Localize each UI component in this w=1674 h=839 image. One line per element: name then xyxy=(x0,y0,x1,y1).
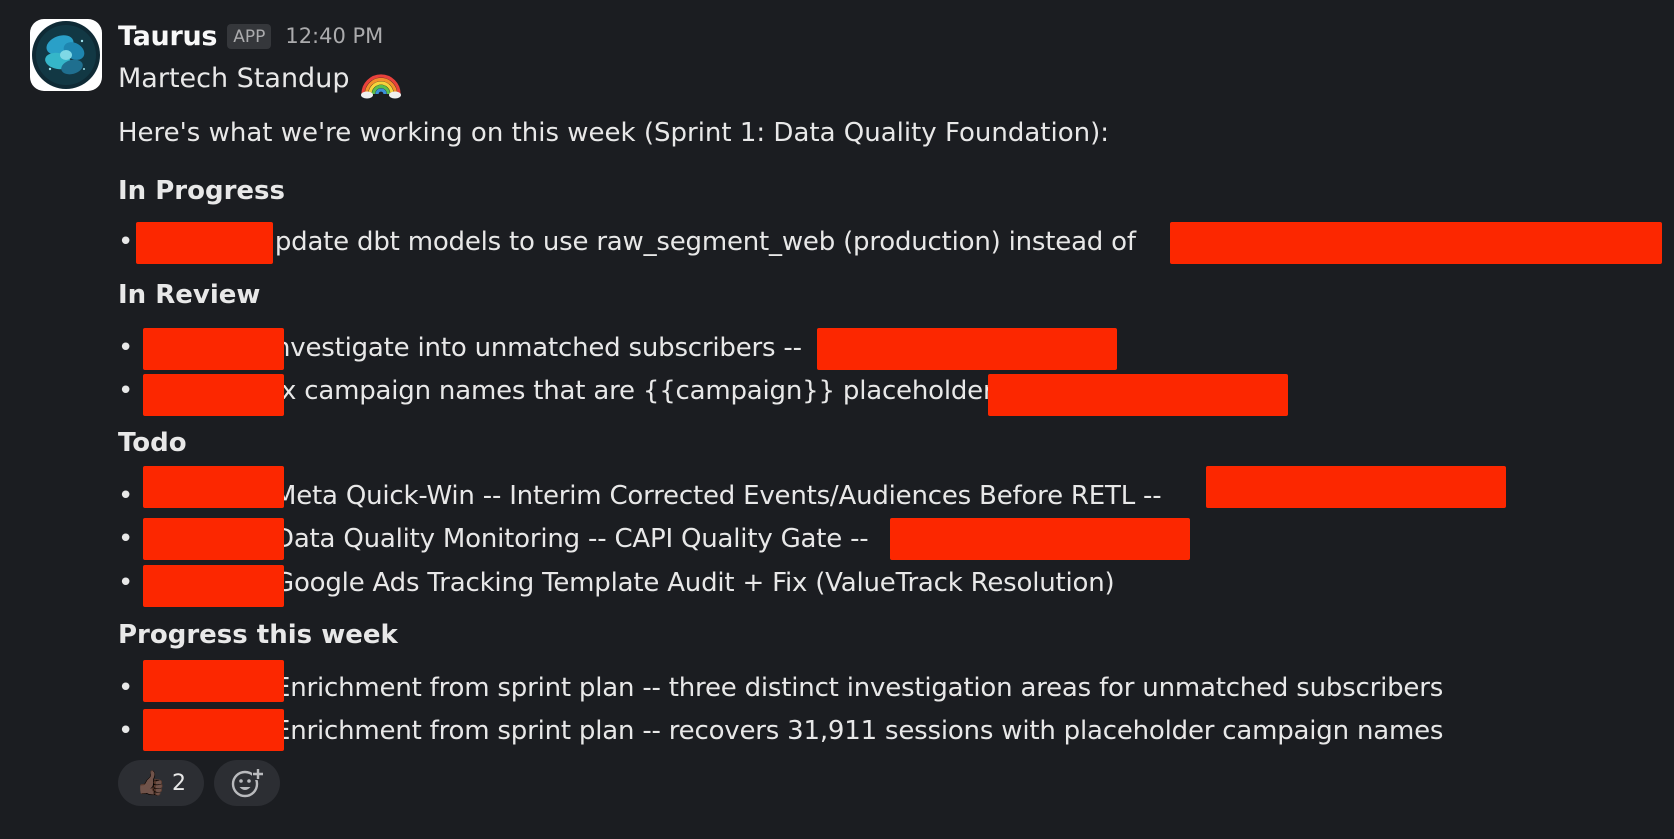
message-intro: Here's what we're working on this week (… xyxy=(118,118,1109,148)
bullet-icon: • xyxy=(118,481,134,511)
app-badge: APP xyxy=(227,23,272,49)
item-text: Google Ads Tracking Template Audit + Fix… xyxy=(274,568,1115,598)
bullet-icon: • xyxy=(118,673,134,703)
chat-message: Taurus APP 12:40 PM Martech Standup Here… xyxy=(0,0,1674,839)
section-title-in-progress: In Progress xyxy=(118,176,285,206)
redaction-block xyxy=(143,374,284,416)
redaction-block xyxy=(143,565,284,607)
redaction-block xyxy=(143,518,284,560)
item-text: Meta Quick-Win -- Interim Corrected Even… xyxy=(274,481,1162,511)
message-header: Taurus APP 12:40 PM xyxy=(118,14,383,58)
section-title-in-review: In Review xyxy=(118,280,261,310)
redaction-block xyxy=(988,374,1288,416)
section-title-todo: Todo xyxy=(118,428,187,458)
item-text: ix campaign names that are {{campaign}} … xyxy=(274,376,1020,406)
message-subtitle: Martech Standup xyxy=(118,56,403,100)
bullet-icon: • xyxy=(118,376,134,406)
bullet-icon: • xyxy=(118,568,134,598)
item-text: Data Quality Monitoring -- CAPI Quality … xyxy=(274,524,869,554)
message-timestamp[interactable]: 12:40 PM xyxy=(285,24,383,48)
bullet-icon: • xyxy=(118,333,134,363)
sender-name[interactable]: Taurus xyxy=(118,21,217,52)
redaction-block xyxy=(817,328,1117,370)
add-reaction-button[interactable] xyxy=(214,760,280,806)
section-title-progress: Progress this week xyxy=(118,620,398,650)
add-reaction-icon xyxy=(231,768,264,798)
redaction-block xyxy=(143,660,284,702)
app-avatar[interactable] xyxy=(30,19,102,91)
redaction-block xyxy=(890,518,1190,560)
list-item: • Enrichment from sprint plan -- three d… xyxy=(118,666,1443,710)
bullet-icon: • xyxy=(118,716,134,746)
thumbs-up-reaction[interactable]: 👍🏿 2 xyxy=(118,760,204,806)
redaction-block xyxy=(143,709,284,751)
redaction-block xyxy=(143,328,284,370)
item-text: Update dbt models to use raw_segment_web… xyxy=(256,227,1136,257)
subtitle-text: Martech Standup xyxy=(118,62,350,94)
list-item: • Enrichment from sprint plan -- recover… xyxy=(118,709,1443,753)
redaction-block xyxy=(143,466,284,508)
thumbs-up-icon: 👍🏿 xyxy=(136,769,166,797)
item-text: Enrichment from sprint plan -- three dis… xyxy=(274,673,1444,703)
rainbow-emoji xyxy=(361,74,402,99)
item-text: Enrichment from sprint plan -- recovers … xyxy=(274,716,1444,746)
redaction-block xyxy=(1170,222,1662,264)
reaction-count: 2 xyxy=(171,770,186,796)
redaction-block xyxy=(1206,466,1506,508)
bullet-icon: • xyxy=(118,524,134,554)
reactions-bar: 👍🏿 2 xyxy=(118,760,280,806)
redaction-block xyxy=(136,222,273,264)
item-text: nvestigate into unmatched subscribers -- xyxy=(274,333,802,363)
